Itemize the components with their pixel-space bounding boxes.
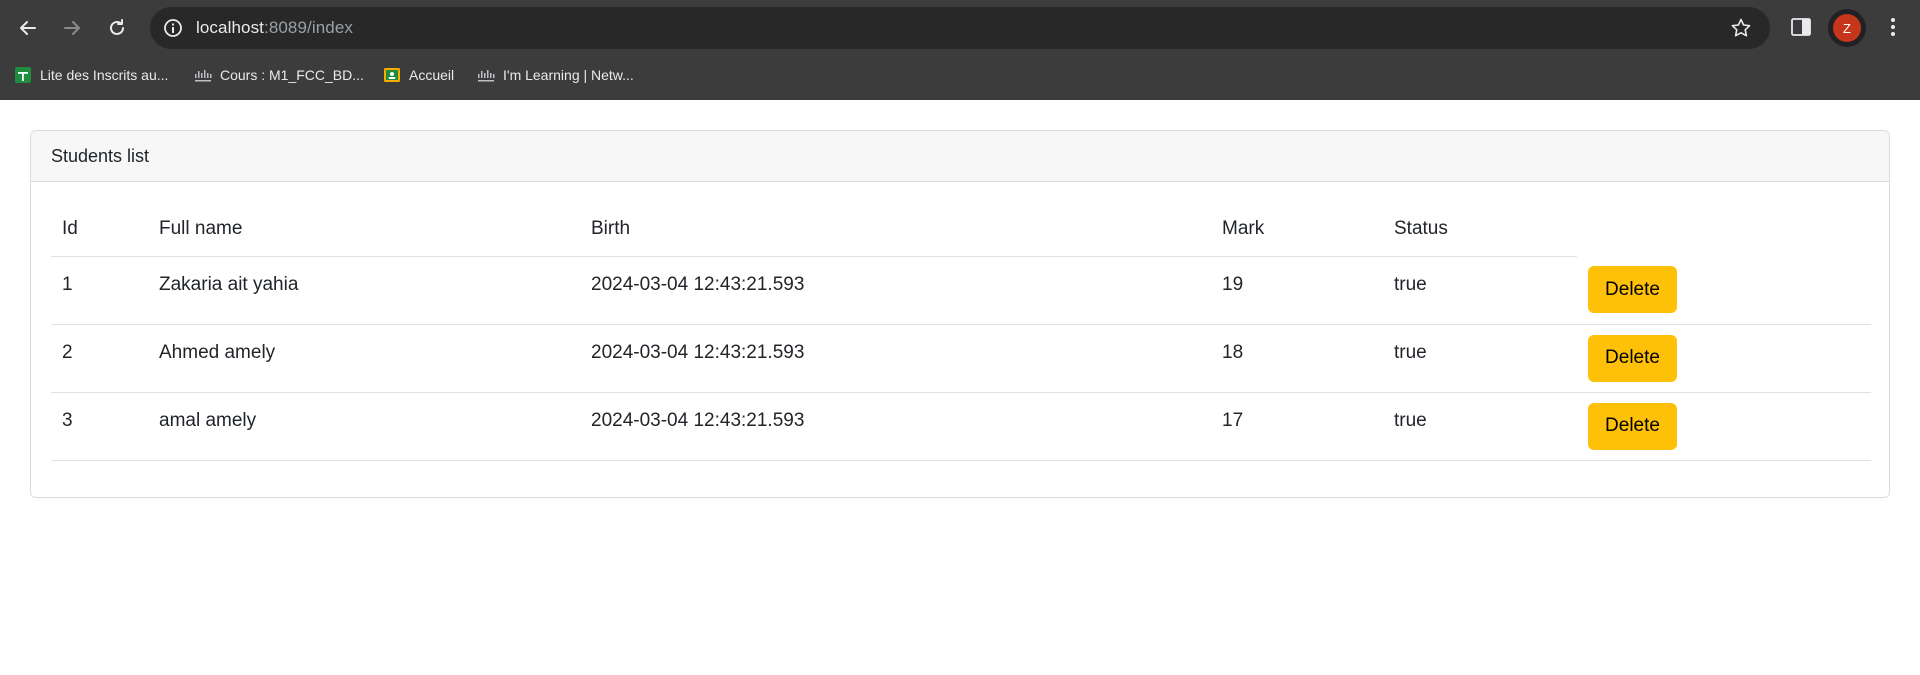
cell-mark: 17	[1222, 409, 1244, 431]
bookmark-label: Lite des Inscrits au...	[40, 67, 169, 83]
delete-button[interactable]: Delete	[1588, 402, 1677, 450]
address-bar[interactable]: localhost:8089/index	[150, 7, 1770, 49]
cell-actions: Delete	[1577, 324, 1871, 392]
bookmark-label: Cours : M1_FCC_BD...	[220, 67, 364, 83]
cell-mark: 18	[1222, 341, 1244, 363]
delete-button[interactable]: Delete	[1588, 334, 1677, 382]
cell-actions: Delete	[1577, 256, 1871, 324]
table-row: 2 Ahmed amely 2024-03-04 12:43:21.593 18…	[51, 324, 1871, 392]
table-header-row: Id Full name Birth Mark Status	[51, 202, 1871, 257]
cell-id: 1	[62, 273, 73, 295]
cell-birth: 2024-03-04 12:43:21.593	[591, 341, 805, 363]
cell-id: 2	[62, 341, 73, 363]
bookmark-item[interactable]: Accueil	[383, 65, 454, 85]
browser-toolbar: localhost:8089/index Z	[0, 0, 1920, 56]
cell-status: true	[1394, 409, 1427, 431]
bookmark-label: Accueil	[409, 67, 455, 83]
url-host: localhost	[196, 18, 264, 37]
column-header-id: Id	[51, 202, 148, 257]
back-button[interactable]	[10, 10, 46, 46]
cell-mark: 19	[1222, 273, 1244, 295]
bookmark-star-icon[interactable]	[1730, 17, 1752, 39]
reload-button[interactable]	[99, 10, 135, 46]
cisco-icon	[478, 70, 495, 82]
table-row: 1 Zakaria ait yahia 2024-03-04 12:43:21.…	[51, 256, 1871, 324]
cell-status: true	[1394, 273, 1427, 295]
card-title: Students list	[51, 145, 150, 166]
classroom-icon	[384, 68, 400, 82]
cell-actions: Delete	[1577, 392, 1871, 460]
site-info-icon[interactable]	[162, 17, 184, 39]
card-body: Id Full name Birth Mark Status 1 Zakaria…	[31, 182, 1889, 481]
profile-button[interactable]: Z	[1828, 9, 1866, 47]
cell-full-name: Ahmed amely	[159, 341, 276, 363]
bookmark-item[interactable]: Cours : M1_FCC_BD...	[194, 65, 364, 85]
students-table: Id Full name Birth Mark Status 1 Zakaria…	[51, 202, 1871, 461]
column-header-status: Status	[1383, 202, 1577, 257]
arrow-left-icon	[20, 21, 36, 35]
avatar: Z	[1833, 14, 1861, 42]
reload-icon	[110, 19, 124, 35]
cell-birth: 2024-03-04 12:43:21.593	[591, 273, 805, 295]
url-text[interactable]: localhost:8089/index	[196, 18, 353, 38]
table-row: 3 amal amely 2024-03-04 12:43:21.593 17 …	[51, 392, 1871, 460]
forward-button[interactable]	[54, 10, 90, 46]
bookmarks-bar: Lite des Inscrits au... Cours : M1_FCC_B…	[0, 56, 1920, 94]
card-header: Students list	[31, 131, 1889, 182]
column-header-birth: Birth	[580, 202, 1211, 257]
browser-chrome: localhost:8089/index Z Lite des Inscrits…	[0, 0, 1920, 100]
column-header-actions	[1577, 202, 1871, 256]
cell-full-name: amal amely	[159, 409, 257, 431]
cell-status: true	[1394, 341, 1427, 363]
students-card: Students list Id Full name Birth Mark St…	[30, 130, 1890, 498]
url-path: :8089/index	[264, 18, 354, 37]
cisco-icon	[195, 70, 212, 82]
kebab-menu-icon[interactable]	[1882, 16, 1904, 38]
cell-full-name: Zakaria ait yahia	[159, 273, 299, 295]
arrow-right-icon	[64, 21, 80, 35]
sheets-icon	[15, 67, 31, 83]
cell-birth: 2024-03-04 12:43:21.593	[591, 409, 805, 431]
delete-button[interactable]: Delete	[1588, 266, 1677, 313]
bookmark-label: I'm Learning | Netw...	[503, 67, 634, 83]
column-header-mark: Mark	[1211, 202, 1383, 257]
side-panel-icon[interactable]	[1790, 16, 1812, 38]
bookmark-item[interactable]: I'm Learning | Netw...	[477, 65, 634, 85]
cell-id: 3	[62, 409, 73, 431]
column-header-full-name: Full name	[148, 202, 580, 257]
bookmark-item[interactable]: Lite des Inscrits au...	[14, 65, 168, 85]
